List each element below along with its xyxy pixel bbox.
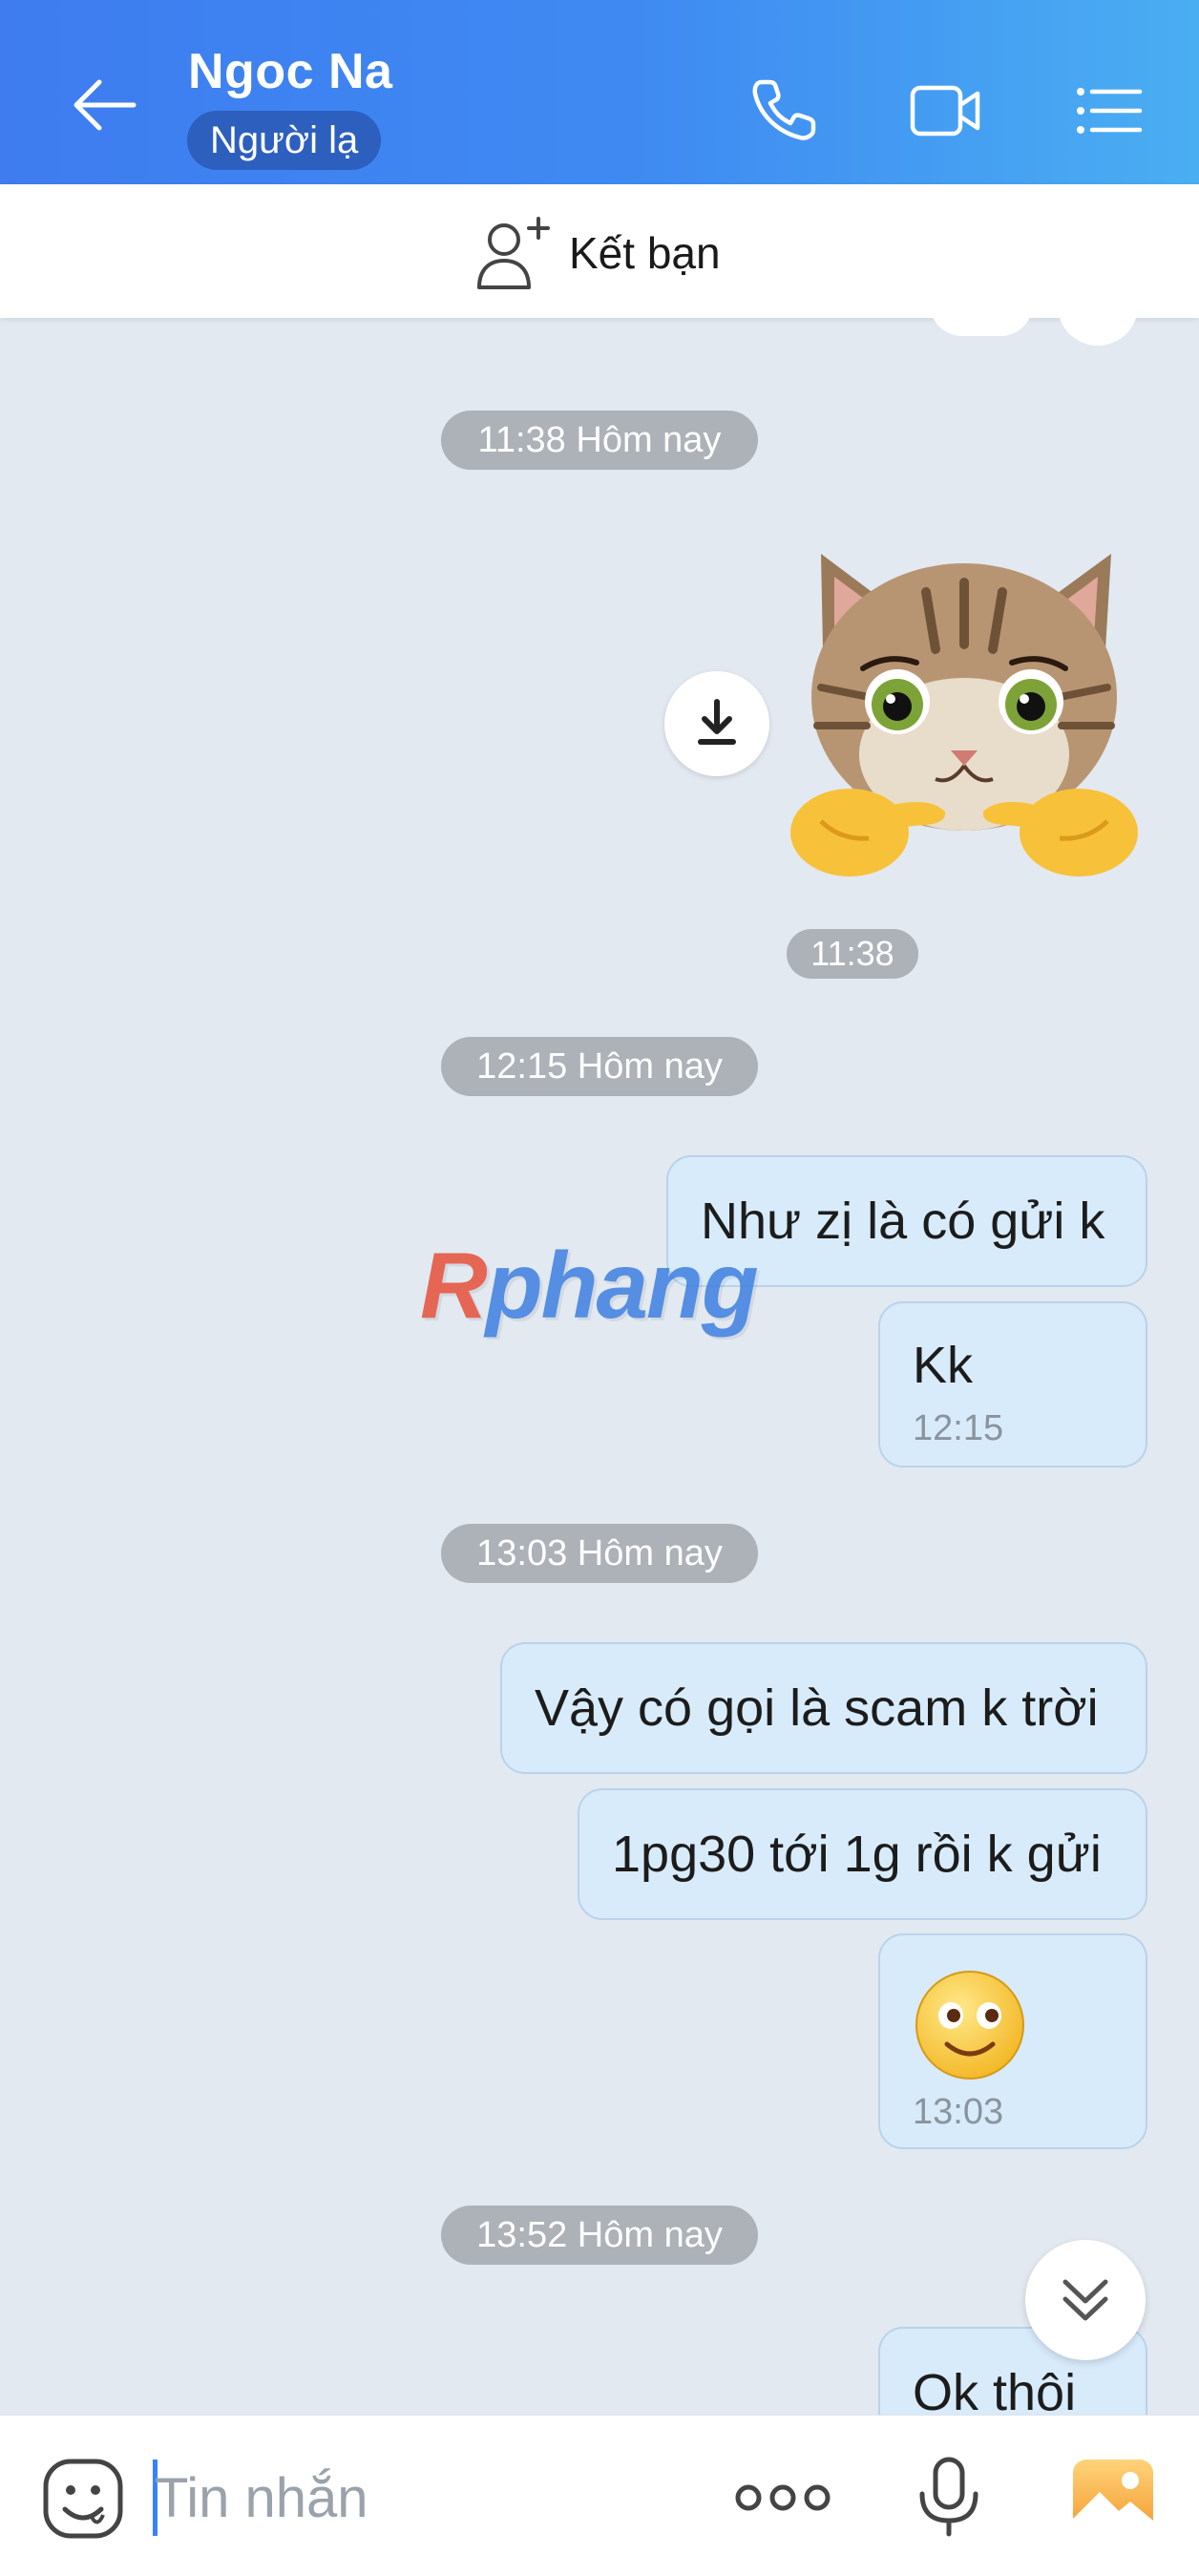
smiling-face-emoji: [913, 1968, 1027, 2095]
chevron-double-down-icon: [1062, 2279, 1108, 2321]
message-text: 1pg30 tới 1g rồi k gửi: [612, 1826, 1102, 1883]
more-dots-icon[interactable]: [733, 2469, 832, 2526]
time-divider: 11:38 Hôm nay: [441, 411, 758, 470]
message-composer: [0, 2415, 1199, 2576]
scroll-to-bottom-button[interactable]: [1025, 2240, 1146, 2360]
message-bubble[interactable]: 1pg30 tới 1g rồi k gửi: [578, 1788, 1147, 1920]
chat-header: Ngoc Na Người lạ: [0, 0, 1199, 184]
add-friend-bar[interactable]: Kết bạn: [0, 184, 1199, 318]
phone-icon[interactable]: [748, 76, 821, 145]
download-button[interactable]: [664, 671, 769, 776]
add-friend-label: Kết bạn: [569, 228, 721, 278]
cat-sticker[interactable]: [783, 535, 1146, 897]
back-arrow-icon[interactable]: [67, 69, 143, 145]
message-bubble[interactable]: Vậy có gọi là scam k trời: [500, 1642, 1147, 1774]
message-input[interactable]: [153, 2454, 691, 2542]
message-text: Vậy có gọi là scam k trời: [535, 1679, 1099, 1737]
contact-name[interactable]: Ngoc Na: [188, 43, 392, 100]
emoji-icon[interactable]: [40, 2456, 126, 2542]
watermark-logo: Rphang: [420, 1233, 759, 1338]
status-badge: Người lạ: [187, 111, 382, 170]
download-icon: [698, 699, 736, 745]
add-friend-icon: [475, 215, 554, 291]
message-text: Kk: [913, 1337, 974, 1394]
message-text: Ok thôi: [913, 2364, 1077, 2421]
reaction-peek: [930, 304, 1033, 336]
message-time: 13:03: [913, 2092, 1004, 2132]
time-divider: 13:03 Hôm nay: [441, 1524, 758, 1583]
message-time: 12:15: [913, 1408, 1004, 1448]
microphone-icon[interactable]: [911, 2454, 987, 2540]
menu-list-icon[interactable]: [1073, 76, 1146, 145]
message-text: Như zị là có gửi k: [701, 1193, 1105, 1250]
message-bubble[interactable]: 13:03: [878, 1933, 1147, 2149]
message-bubble[interactable]: Kk 12:15: [878, 1301, 1147, 1467]
reaction-peek: [1058, 304, 1138, 346]
video-call-icon[interactable]: [909, 76, 981, 145]
time-divider: 13:52 Hôm nay: [441, 2206, 758, 2265]
time-divider: 12:15 Hôm nay: [441, 1037, 758, 1096]
image-icon[interactable]: [1071, 2458, 1155, 2536]
sticker-time: 11:38: [787, 929, 918, 979]
